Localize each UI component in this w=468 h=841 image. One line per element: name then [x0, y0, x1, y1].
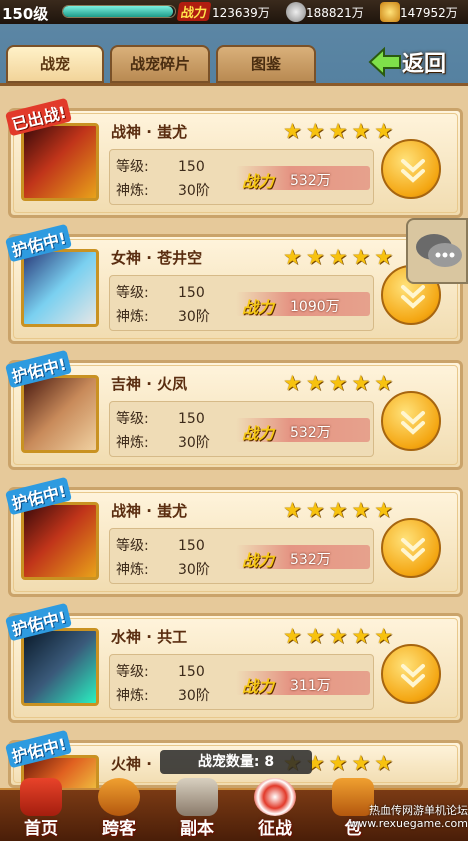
- nav-home-label: 首页: [24, 819, 58, 839]
- pet-power-value: 532万: [290, 173, 331, 189]
- back-arrow-icon: [368, 46, 401, 78]
- pet-name: 火神 ·: [111, 755, 152, 773]
- pet-card[interactable]: 水神 · 共工 ★★★★★ 等级: 150 神炼: 30阶 战力 311万 护佑中!: [5, 602, 463, 723]
- level-row: 等级: 150: [116, 159, 205, 175]
- level-row: 等级: 150: [116, 538, 205, 554]
- pet-portrait[interactable]: [21, 375, 99, 453]
- pet-power-value: 1090万: [290, 299, 340, 315]
- back-button[interactable]: 返回: [368, 42, 464, 82]
- back-label: 返回: [402, 52, 447, 77]
- nav-home[interactable]: 首页: [2, 778, 80, 841]
- star-rating: ★★★★★: [283, 119, 398, 143]
- tab-codex[interactable]: 图鉴: [216, 45, 316, 83]
- nav-guest[interactable]: 跨客: [80, 778, 158, 841]
- pet-power-value: 311万: [290, 678, 331, 694]
- tab-pet-fragments[interactable]: 战宠碎片: [110, 45, 210, 83]
- power-label: 战力: [176, 2, 212, 21]
- nav-dungeon-label: 副本: [180, 819, 214, 839]
- pet-stats: 等级: 150 神炼: 30阶 战力 311万: [109, 654, 374, 710]
- expand-button[interactable]: [381, 518, 441, 578]
- level-row: 等级: 150: [116, 664, 205, 680]
- pet-power-label: 战力: [242, 298, 275, 317]
- pet-power-label: 战力: [242, 551, 275, 570]
- pet-power-value: 532万: [290, 552, 331, 568]
- power-value: 123639万: [212, 6, 270, 20]
- refine-row: 神炼: 30阶: [116, 435, 210, 451]
- double-chevron-down-icon: [401, 664, 425, 688]
- pet-name: 战神 · 蚩尤: [111, 123, 188, 141]
- pet-power-label: 战力: [242, 172, 275, 191]
- pet-power-label: 战力: [242, 424, 275, 443]
- nav-campaign-label: 征战: [258, 819, 292, 839]
- double-chevron-down-icon: [401, 159, 425, 183]
- double-chevron-down-icon: [401, 411, 425, 435]
- pet-stats: 等级: 150 神炼: 30阶 战力 1090万: [109, 275, 374, 331]
- watermark: 热血传网游单机论坛 www.rexuegame.com: [349, 804, 468, 830]
- silver-icon: [286, 2, 306, 22]
- expand-button[interactable]: [381, 644, 441, 704]
- pet-power-value: 532万: [290, 425, 331, 441]
- pet-card[interactable]: 战神 · 蚩尤 ★★★★★ 等级: 150 神炼: 30阶 战力 532万 已出战!: [5, 97, 463, 218]
- pet-name: 战神 · 蚩尤: [111, 502, 188, 520]
- pet-card[interactable]: 女神 · 苍井空 ★★★★★ 等级: 150 神炼: 30阶 战力 1090万 护佑中…: [5, 223, 463, 344]
- refine-row: 神炼: 30阶: [116, 309, 210, 325]
- gold-ingot-icon: [380, 2, 400, 22]
- level-row: 等级: 150: [116, 411, 205, 427]
- nav-dungeon[interactable]: 副本: [158, 778, 236, 841]
- nav-campaign[interactable]: 征战: [236, 778, 314, 841]
- refine-row: 神炼: 30阶: [116, 688, 210, 704]
- exp-bar: [62, 5, 176, 18]
- coin-bag-icon: [98, 778, 140, 816]
- silver-value: 188821万: [306, 6, 364, 20]
- pet-count: 战宠数量: 8: [160, 750, 312, 774]
- expand-button[interactable]: [381, 139, 441, 199]
- star-rating: ★★★★★: [283, 371, 398, 395]
- pet-card[interactable]: 战神 · 蚩尤 ★★★★★ 等级: 150 神炼: 30阶 战力 532万 护佑中!: [5, 476, 463, 597]
- swords-icon: [176, 778, 218, 816]
- refine-row: 神炼: 30阶: [116, 183, 210, 199]
- pet-portrait[interactable]: [21, 502, 99, 580]
- pet-portrait[interactable]: [21, 249, 99, 327]
- exp-bar-fill: [63, 6, 173, 17]
- chat-bubble-icon: [416, 234, 462, 267]
- tab-pets[interactable]: 战宠: [6, 45, 104, 83]
- pet-portrait[interactable]: [21, 123, 99, 201]
- double-chevron-down-icon: [401, 285, 425, 309]
- pet-portrait[interactable]: [21, 628, 99, 706]
- pet-power-label: 战力: [242, 677, 275, 696]
- refine-row: 神炼: 30阶: [116, 562, 210, 578]
- nav-guest-label: 跨客: [102, 819, 136, 839]
- gold-value: 147952万: [400, 6, 458, 20]
- star-rating: ★★★★★: [283, 245, 398, 269]
- pet-stats: 等级: 150 神炼: 30阶 战力 532万: [109, 528, 374, 584]
- expand-button[interactable]: [381, 391, 441, 451]
- pet-name: 水神 · 共工: [111, 628, 188, 646]
- double-chevron-down-icon: [401, 538, 425, 562]
- level-row: 等级: 150: [116, 285, 205, 301]
- target-icon: [254, 778, 296, 816]
- pet-stats: 等级: 150 神炼: 30阶 战力 532万: [109, 149, 374, 205]
- pet-name: 女神 · 苍井空: [111, 249, 203, 267]
- top-status-bar: 150级 战力 123639万 188821万 147952万: [0, 0, 468, 24]
- palace-icon: [20, 778, 62, 816]
- pet-card[interactable]: 吉神 · 火凤 ★★★★★ 等级: 150 神炼: 30阶 战力 532万 护佑中!: [5, 349, 463, 470]
- star-rating: ★★★★★: [283, 624, 398, 648]
- star-rating: ★★★★★: [283, 498, 398, 522]
- player-level: 150级: [2, 5, 49, 23]
- chat-button[interactable]: [406, 218, 468, 284]
- pet-name: 吉神 · 火凤: [111, 375, 188, 393]
- pet-stats: 等级: 150 神炼: 30阶 战力 532万: [109, 401, 374, 457]
